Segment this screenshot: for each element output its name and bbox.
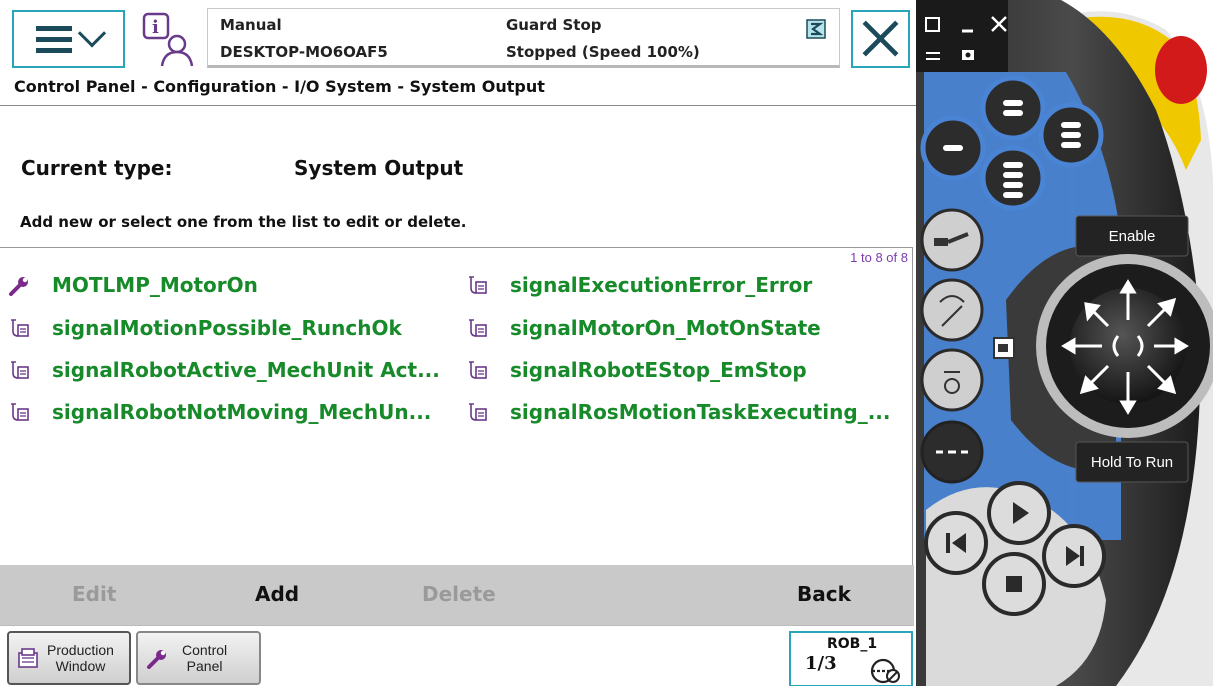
step-forward-key[interactable] bbox=[1042, 524, 1106, 588]
pendant-body bbox=[916, 0, 1213, 686]
flexpendant-screen: i Manual DESKTOP-MO6OAF5 Guard Stop Stop… bbox=[0, 0, 916, 686]
operating-mode: Manual bbox=[220, 16, 282, 34]
stop-key[interactable] bbox=[982, 552, 1046, 616]
list-item-label: signalExecutionError_Error bbox=[510, 273, 813, 297]
list-item-label: signalMotorOn_MotOnState bbox=[510, 316, 821, 340]
wrench-icon bbox=[147, 650, 166, 669]
signal-list: 1 to 8 of 8 MOTLMP_MotorOn signalExecuti… bbox=[0, 247, 913, 565]
svg-text:i: i bbox=[152, 17, 159, 38]
control-panel-task[interactable]: Control Panel bbox=[136, 631, 261, 685]
signal-icon bbox=[469, 361, 487, 379]
step-backward-key[interactable] bbox=[924, 511, 988, 575]
guard-status: Guard Stop bbox=[506, 16, 602, 34]
pendant-hardware: Enable Hold To Run bbox=[916, 0, 1213, 686]
increment-indicator: 1/3 bbox=[805, 653, 837, 674]
list-count: 1 to 8 of 8 bbox=[850, 250, 908, 265]
production-window-task[interactable]: Production Window bbox=[7, 631, 131, 685]
motion-mode-key[interactable] bbox=[920, 278, 984, 342]
list-item[interactable]: signalRobotNotMoving_MechUn... bbox=[8, 392, 431, 432]
hamburger-icon bbox=[35, 25, 72, 53]
list-item[interactable]: signalRosMotionTaskExecuting_... bbox=[466, 392, 891, 432]
divider bbox=[0, 105, 916, 106]
increment-key[interactable] bbox=[920, 348, 984, 412]
event-log-icon bbox=[806, 19, 826, 39]
list-item[interactable]: MOTLMP_MotorOn bbox=[8, 265, 258, 305]
list-item[interactable]: signalMotionPossible_RunchOk bbox=[8, 308, 402, 348]
quickset-button[interactable]: ROB_1 1/3 bbox=[789, 631, 913, 686]
hold-to-run-label: Hold To Run bbox=[1090, 454, 1174, 471]
taskbar: Production Window Control Panel ROB_1 1/… bbox=[0, 625, 914, 686]
preset-key-2[interactable] bbox=[920, 115, 986, 181]
preset-key-4[interactable] bbox=[980, 145, 1046, 211]
signal-icon bbox=[469, 276, 487, 294]
current-type-label: Current type: bbox=[21, 156, 173, 180]
list-item-label: signalRobotActive_MechUnit Act... bbox=[52, 358, 440, 382]
operator-info-icon[interactable]: i bbox=[140, 12, 200, 68]
wrench-icon bbox=[9, 277, 28, 296]
abb-menu-button[interactable] bbox=[12, 10, 125, 68]
list-item-label: signalRobotNotMoving_MechUn... bbox=[52, 400, 432, 424]
run-state: Stopped (Speed 100%) bbox=[506, 43, 700, 61]
list-item-label: signalRobotEStop_EmStop bbox=[510, 358, 807, 382]
chevron-down-icon bbox=[77, 19, 106, 48]
mechanical-unit-key[interactable] bbox=[920, 208, 984, 272]
signal-icon bbox=[469, 403, 487, 421]
controller-name: DESKTOP-MO6OAF5 bbox=[220, 43, 388, 61]
list-item[interactable]: signalRobotActive_MechUnit Act... bbox=[8, 350, 440, 390]
add-button[interactable]: Add bbox=[255, 582, 299, 606]
signal-icon bbox=[11, 361, 29, 379]
signal-icon bbox=[11, 403, 29, 421]
unused-key[interactable] bbox=[920, 420, 984, 484]
list-item-label: MOTLMP_MotorOn bbox=[52, 273, 258, 297]
robot-name: ROB_1 bbox=[827, 636, 878, 652]
enable-button-label: Enable bbox=[1108, 228, 1156, 245]
production-window-label: Production Window bbox=[47, 642, 114, 674]
list-item-label: signalMotionPossible_RunchOk bbox=[52, 316, 402, 340]
command-bar: Edit Add Delete Back bbox=[0, 565, 914, 625]
start-key[interactable] bbox=[987, 481, 1051, 545]
signal-icon bbox=[469, 319, 487, 337]
list-item[interactable]: signalRobotEStop_EmStop bbox=[466, 350, 807, 390]
list-item-label: signalRosMotionTaskExecuting_... bbox=[510, 400, 891, 424]
control-panel-label: Control Panel bbox=[182, 642, 228, 674]
delete-button[interactable]: Delete bbox=[422, 582, 496, 606]
back-button[interactable]: Back bbox=[797, 582, 851, 606]
jog-mode-icon bbox=[870, 658, 900, 684]
instructions-text: Add new or select one from the list to e… bbox=[20, 213, 467, 231]
status-bar[interactable]: Manual DESKTOP-MO6OAF5 Guard Stop Stoppe… bbox=[207, 8, 840, 68]
close-button[interactable] bbox=[851, 10, 910, 68]
signal-icon bbox=[11, 319, 29, 337]
preset-key-1[interactable] bbox=[980, 75, 1046, 141]
preset-key-3[interactable] bbox=[1038, 102, 1104, 168]
edit-button[interactable]: Edit bbox=[72, 582, 116, 606]
list-item[interactable]: signalExecutionError_Error bbox=[466, 265, 812, 305]
breadcrumb: Control Panel - Configuration - I/O Syst… bbox=[14, 77, 545, 96]
list-item[interactable]: signalMotorOn_MotOnState bbox=[466, 308, 821, 348]
joystick[interactable] bbox=[1036, 254, 1213, 438]
current-type-value: System Output bbox=[294, 156, 464, 180]
production-window-icon bbox=[18, 648, 38, 668]
